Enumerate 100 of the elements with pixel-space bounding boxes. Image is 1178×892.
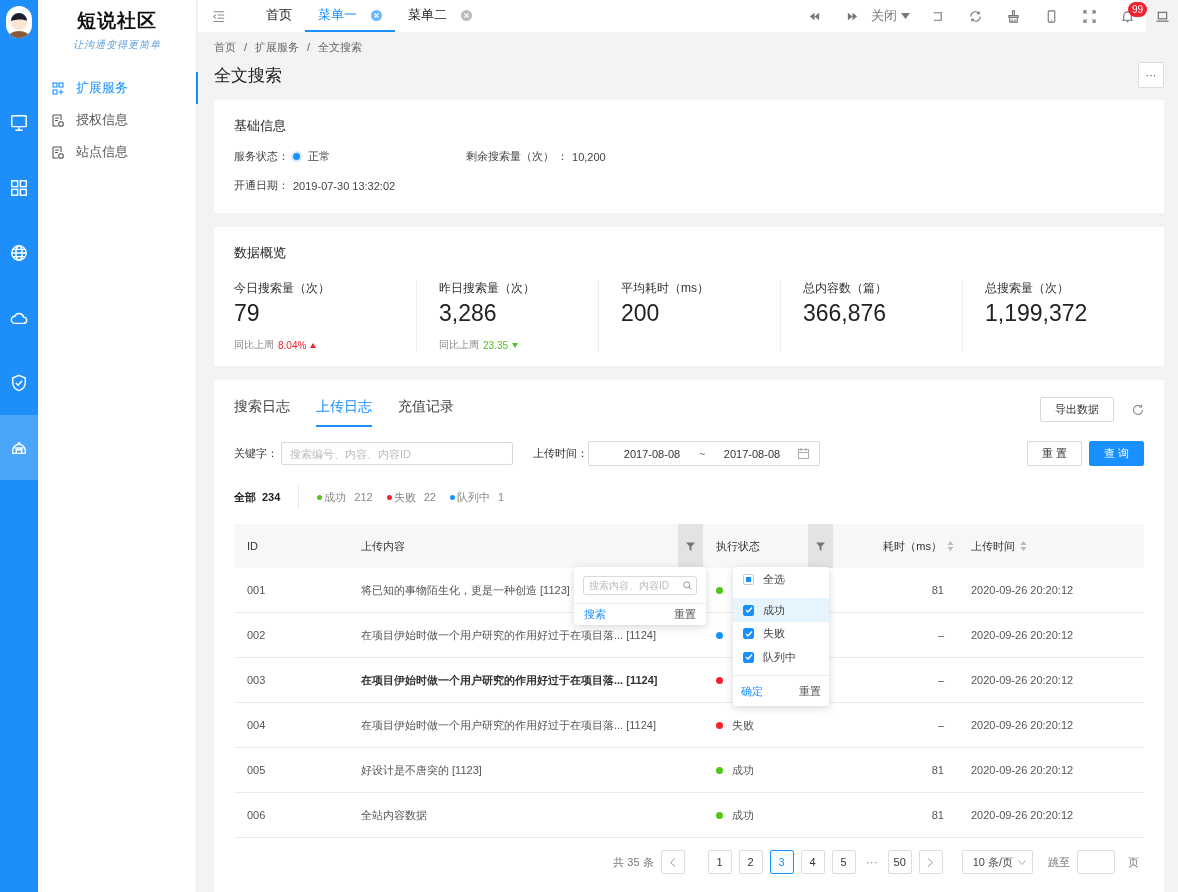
close-menu-dropdown[interactable]: 关闭: [871, 7, 918, 25]
filter-search-field[interactable]: 搜索内容、内容ID: [583, 576, 697, 595]
apps-icon: [52, 81, 64, 95]
checkmark-icon: [744, 606, 753, 615]
table-cell-text: 2020-09-26 20:20:12: [970, 718, 1075, 733]
compare-label: 同比上周: [234, 338, 274, 352]
date-range-field[interactable]: 2017-08-08 ~ 2017-08-08: [588, 441, 820, 466]
chevron-left-icon: [669, 857, 677, 867]
checkbox[interactable]: [743, 604, 754, 616]
checkmark-icon: [744, 653, 753, 662]
log-tab[interactable]: 充值记录: [398, 392, 454, 427]
filter-icon[interactable]: [686, 541, 695, 551]
checkbox[interactable]: [743, 651, 754, 663]
status-label: 成功: [324, 489, 347, 505]
laptop-icon[interactable]: [1155, 9, 1169, 23]
table-cell-text: 004: [246, 718, 267, 733]
field-label: 上传时间：: [533, 446, 588, 461]
broom-icon[interactable]: [1006, 9, 1020, 23]
column-header: 执行状态: [716, 538, 760, 554]
content-text: 在项目伊始时做一个用户研究的作用好过于在项目落... [1124]: [361, 627, 656, 643]
field-label: 开通日期：: [234, 178, 289, 193]
logo-text: 短说社区: [77, 8, 157, 33]
page-button[interactable]: 1: [707, 850, 732, 874]
stat-label: 昨日搜索量（次）: [439, 280, 536, 297]
checkmark-icon: [744, 629, 753, 638]
page-button[interactable]: 50: [887, 850, 912, 874]
content-text: 在项目伊始时做一个用户研究的作用好过于在项目落... [1124]: [361, 717, 656, 733]
filter-option[interactable]: 全选: [733, 567, 829, 594]
page-ellipsis[interactable]: ···: [862, 855, 881, 869]
page-tab[interactable]: 首页: [253, 0, 305, 32]
filter-icon[interactable]: [816, 541, 825, 551]
reset-button[interactable]: 重 置: [1026, 441, 1082, 466]
page-size-dropdown[interactable]: 10 条/页: [961, 850, 1033, 874]
status-dot: [293, 153, 300, 160]
globe-icon[interactable]: [10, 243, 28, 262]
filter-option[interactable]: 失败: [733, 621, 829, 646]
content-text: 全站内容数据: [361, 807, 427, 823]
log-tab[interactable]: 搜索日志: [234, 392, 290, 427]
avatar[interactable]: [6, 6, 32, 38]
compare-value: 23.35: [483, 339, 509, 351]
stat-value: 200: [621, 300, 661, 327]
field-label: 服务状态：: [234, 149, 289, 164]
status-count: 1: [497, 491, 505, 503]
page-tab[interactable]: 菜单二: [395, 0, 485, 32]
page-button[interactable]: 2: [738, 850, 763, 874]
page-button[interactable]: 4: [800, 850, 825, 874]
search-icon: [683, 581, 692, 590]
table-cell-text: 2020-09-26 20:20:12: [970, 673, 1075, 688]
status-label: 成功: [732, 762, 754, 778]
sidebar-item[interactable]: 授权信息: [38, 104, 198, 136]
filter-option[interactable]: 队列中: [733, 645, 829, 669]
shield-check-icon[interactable]: [10, 373, 28, 392]
field-value: 2019-07-30 13:32:02: [293, 179, 396, 192]
breadcrumb-item: 全文搜索: [318, 39, 363, 55]
breadcrumb-separator: /: [244, 41, 248, 53]
page-title: 全文搜索: [214, 64, 282, 87]
document-icon: [52, 145, 64, 159]
content-text: 好设计是不唐突的 [1123]: [361, 762, 482, 778]
filter-option[interactable]: 成功: [733, 598, 829, 622]
reset-link[interactable]: 重置: [674, 607, 696, 622]
grid-icon[interactable]: [10, 178, 28, 197]
status-label: 失败: [393, 489, 416, 505]
collapse-menu-icon[interactable]: [212, 9, 225, 23]
status-label: 成功: [732, 807, 754, 823]
page-button[interactable]: 5: [831, 850, 856, 874]
bell-icon[interactable]: [1120, 9, 1134, 23]
jump-page-field[interactable]: [1077, 850, 1115, 874]
breadcrumb-item[interactable]: 扩展服务: [255, 39, 300, 55]
table-cell-text: 81: [930, 583, 945, 598]
sort-icon[interactable]: [947, 541, 954, 551]
more-button[interactable]: ···: [1138, 62, 1164, 88]
export-button[interactable]: 导出数据: [1040, 397, 1114, 422]
stat-value: 366,876: [803, 300, 888, 327]
caret-icon: [901, 13, 910, 19]
reset-link[interactable]: 重置: [799, 683, 821, 699]
refresh-icon[interactable]: [968, 9, 982, 23]
close-icon[interactable]: [371, 9, 382, 21]
stat-value: 79: [234, 300, 261, 327]
monitor-icon[interactable]: [10, 113, 28, 132]
table-cell-text: 002: [246, 628, 267, 643]
column-header: 上传时间: [971, 538, 1015, 554]
table-cell-text: –: [936, 673, 945, 688]
checkbox[interactable]: [743, 574, 754, 586]
sort-icon[interactable]: [1020, 541, 1027, 551]
table-cell-text: 81: [930, 763, 945, 778]
sidebar-item[interactable]: 站点信息: [38, 136, 198, 168]
compare-value: 8.04%: [278, 339, 307, 351]
field-label: 关键字：: [234, 446, 278, 461]
content-text: 在项目伊始时做一个用户研究的作用好过于在项目落... [1124]: [361, 672, 658, 688]
close-icon[interactable]: [461, 9, 472, 21]
trend-up-icon: [310, 342, 317, 348]
section-title: 数据概览: [234, 244, 287, 262]
total-text: 共 35 条: [613, 854, 654, 870]
table-cell-text: 2020-09-26 20:20:12: [970, 628, 1075, 643]
breadcrumb-item[interactable]: 首页: [214, 39, 236, 55]
stat-label: 今日搜索量（次）: [234, 280, 331, 297]
refresh-icon[interactable]: [1132, 403, 1144, 416]
fullscreen-icon[interactable]: [1082, 9, 1096, 23]
notification-badge: 99: [1128, 1, 1148, 17]
checkbox[interactable]: [743, 628, 754, 640]
